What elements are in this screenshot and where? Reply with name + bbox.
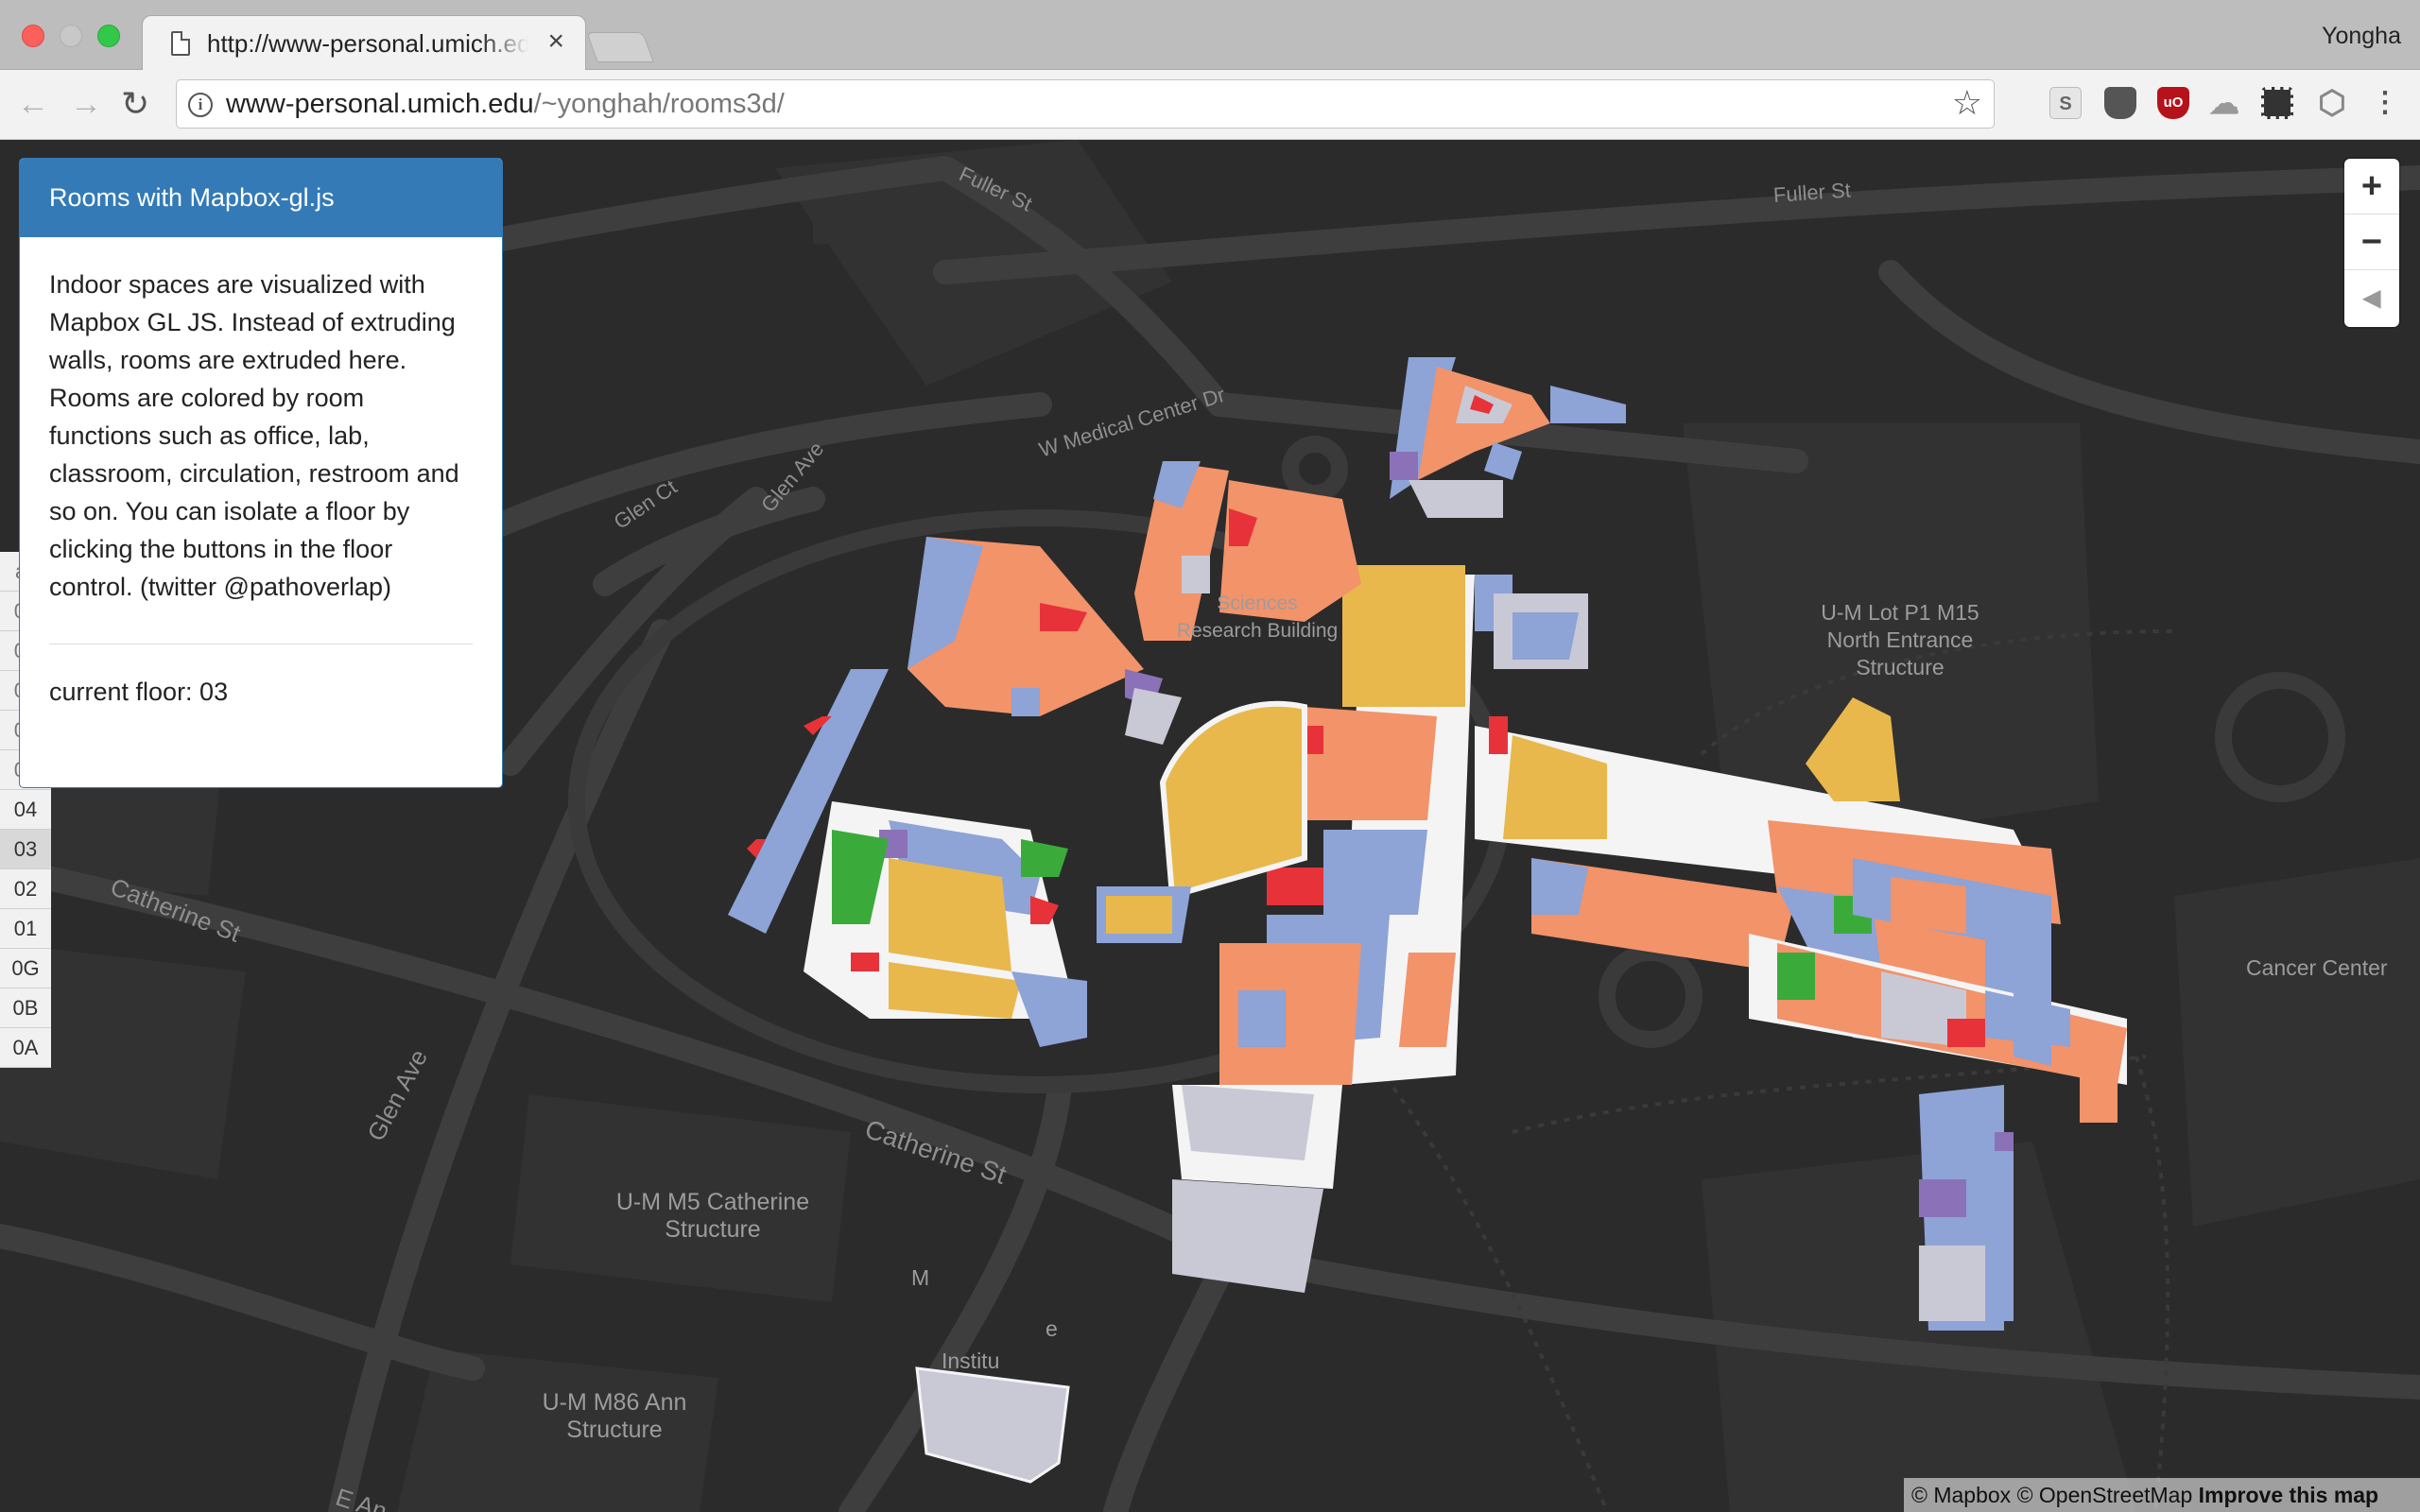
- floor-button-0a[interactable]: 0A: [0, 1028, 51, 1068]
- zoom-control: + − ◀: [2344, 159, 2399, 327]
- hexagon-extension-icon[interactable]: ⬡: [2316, 87, 2348, 119]
- back-button[interactable]: ←: [17, 85, 49, 123]
- floor-button-0b[interactable]: 0B: [0, 988, 51, 1028]
- close-window-button[interactable]: [22, 25, 44, 47]
- close-tab-icon[interactable]: ×: [547, 27, 564, 56]
- current-floor-text: current floor: 03: [49, 678, 229, 706]
- compass-icon[interactable]: ◀: [2344, 270, 2399, 326]
- profile-name[interactable]: Yongha: [2322, 23, 2401, 50]
- place-label-lot-p1: U-M Lot P1 M15 North Entrance Structure: [1821, 600, 1979, 679]
- place-label-research-building: Sciences Research Building: [1176, 593, 1339, 642]
- panel-title: Rooms with Mapbox-gl.js: [20, 159, 502, 237]
- url-text[interactable]: www-personal.umich.edu/~yonghah/rooms3d/: [226, 89, 785, 120]
- film-extension-icon[interactable]: [2261, 87, 2293, 119]
- browser-titlebar: http://www-personal.umich.edu/~yonghah/r…: [0, 0, 2420, 70]
- ublock-extension-icon[interactable]: uO: [2157, 87, 2189, 119]
- zoom-in-button[interactable]: +: [2344, 159, 2399, 215]
- zoom-out-button[interactable]: −: [2344, 215, 2399, 270]
- floor-button-02[interactable]: 02: [0, 869, 51, 909]
- cloud-extension-icon[interactable]: ☁: [2208, 87, 2240, 119]
- reload-button[interactable]: ↻: [121, 85, 149, 123]
- browser-toolbar: ← → ↻ i www-personal.umich.edu/~yonghah/…: [0, 70, 2420, 140]
- page-icon: [171, 31, 190, 56]
- minimize-window-button[interactable]: [60, 25, 82, 47]
- browser-menu-icon[interactable]: ⋮: [2369, 87, 2401, 119]
- floor-button-04[interactable]: 04: [0, 790, 51, 830]
- floor-button-0g[interactable]: 0G: [0, 949, 51, 988]
- bookmark-star-icon[interactable]: ☆: [1952, 84, 1982, 122]
- place-label-partial: M: [911, 1265, 930, 1290]
- address-bar[interactable]: i www-personal.umich.edu/~yonghah/rooms3…: [176, 79, 1995, 129]
- place-label-partial: Institu: [942, 1349, 1000, 1373]
- pocket-extension-icon[interactable]: [2104, 87, 2136, 119]
- mapbox-attribution-link[interactable]: © Mapbox: [1911, 1483, 2011, 1507]
- osm-attribution-link[interactable]: © OpenStreetMap: [2017, 1483, 2193, 1507]
- new-tab-button[interactable]: [586, 32, 654, 62]
- tab-title: http://www-personal.umich.edu/~yonghah/r…: [207, 29, 528, 58]
- info-panel: Rooms with Mapbox-gl.js Indoor spaces ar…: [19, 158, 503, 788]
- floor-button-03[interactable]: 03: [0, 830, 51, 869]
- place-label-cancer-center: Cancer Center: [2246, 955, 2388, 980]
- place-label-m5: U-M M5 Catherine Structure: [615, 1189, 810, 1243]
- floor-button-01[interactable]: 01: [0, 909, 51, 949]
- url-path: /~yonghah/rooms3d/: [533, 89, 785, 119]
- place-label-partial: e: [1046, 1316, 1058, 1341]
- url-host: www-personal.umich.edu: [226, 89, 534, 119]
- maximize-window-button[interactable]: [97, 25, 120, 47]
- improve-map-link[interactable]: Improve this map: [2199, 1483, 2378, 1507]
- browser-tab[interactable]: http://www-personal.umich.edu/~yonghah/r…: [142, 15, 586, 70]
- forward-button[interactable]: →: [70, 85, 102, 123]
- panel-description: Indoor spaces are visualized with Mapbox…: [49, 270, 459, 601]
- place-label-m86: U-M M86 Ann Structure: [542, 1389, 687, 1443]
- info-icon[interactable]: i: [188, 93, 213, 117]
- panel-body: Indoor spaces are visualized with Mapbox…: [20, 237, 502, 711]
- map-attribution: © Mapbox © OpenStreetMap Improve this ma…: [1904, 1478, 2420, 1512]
- s-extension-icon[interactable]: S: [2049, 87, 2082, 119]
